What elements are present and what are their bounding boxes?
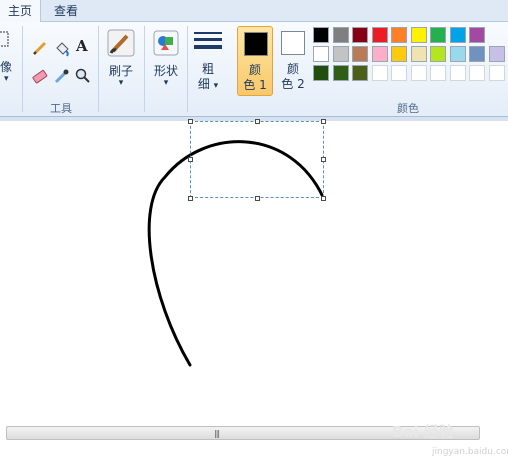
text-tool-icon: A xyxy=(76,37,88,55)
color1-label-bottom: 色 1 xyxy=(243,78,267,92)
palette-color-swatch[interactable] xyxy=(352,27,368,43)
fill-bucket-icon xyxy=(56,42,69,57)
tools-group-label: 工具 xyxy=(50,102,72,115)
palette-color-swatch[interactable] xyxy=(332,46,349,62)
palette-color-swatch[interactable] xyxy=(352,46,368,62)
palette-color-swatch[interactable] xyxy=(410,46,427,62)
palette-color-swatch[interactable] xyxy=(371,65,388,81)
palette-color-swatch[interactable] xyxy=(391,27,407,43)
resize-handle[interactable] xyxy=(255,119,260,124)
palette-color-swatch[interactable] xyxy=(469,27,485,43)
select-icon xyxy=(0,31,9,47)
palette-color-swatch[interactable] xyxy=(488,65,505,81)
palette-color-swatch[interactable] xyxy=(332,65,349,81)
resize-handle[interactable] xyxy=(321,157,326,162)
color1-button[interactable]: 颜 色 1 xyxy=(237,26,273,96)
magnifier-icon xyxy=(75,68,90,83)
resize-handle[interactable] xyxy=(321,196,326,201)
brushes-dropdown-arrow: ▾ xyxy=(118,78,124,88)
size-label-bottom: 细 ▾ xyxy=(197,77,219,91)
watermark-text: Bai 经验 xyxy=(392,423,454,441)
eyedropper-icon xyxy=(54,69,69,84)
color1-swatch xyxy=(244,32,268,56)
resize-handle[interactable] xyxy=(321,119,326,124)
palette-color-swatch[interactable] xyxy=(449,46,466,62)
color2-swatch xyxy=(281,31,305,55)
palette-color-swatch[interactable] xyxy=(371,46,388,62)
group-separator xyxy=(187,26,188,112)
pencil-button[interactable] xyxy=(30,38,48,56)
color-picker-button[interactable] xyxy=(52,66,70,84)
palette-color-swatch[interactable] xyxy=(313,27,329,43)
shapes-button[interactable]: 形状 ▾ xyxy=(149,26,183,92)
brush-icon xyxy=(107,29,135,57)
palette-color-swatch[interactable] xyxy=(469,46,485,62)
selection-rectangle[interactable] xyxy=(190,121,324,198)
shapes-dropdown-arrow: ▾ xyxy=(163,78,169,88)
palette-color-swatch[interactable] xyxy=(430,65,446,81)
palette-color-swatch[interactable] xyxy=(313,65,329,81)
palette-color-swatch[interactable] xyxy=(410,65,427,81)
shapes-icon xyxy=(153,30,179,56)
palette-color-swatch[interactable] xyxy=(488,46,505,62)
resize-handle[interactable] xyxy=(255,196,260,201)
group-separator xyxy=(144,26,145,112)
tab-view[interactable]: 查看 xyxy=(46,0,86,23)
brushes-label: 刷子 xyxy=(108,64,133,78)
resize-handle[interactable] xyxy=(188,119,193,124)
watermark-sub: jingyan.baidu.com xyxy=(432,447,508,457)
palette-color-swatch[interactable] xyxy=(430,27,446,43)
image-dropdown-arrow[interactable]: ▾ xyxy=(4,74,9,84)
color2-button[interactable]: 颜 色 2 xyxy=(277,26,309,96)
palette-color-swatch[interactable] xyxy=(449,27,466,43)
palette-color-swatch[interactable] xyxy=(352,65,368,81)
color2-label-bottom: 色 2 xyxy=(281,77,305,91)
eraser-icon xyxy=(32,69,48,84)
scrollbar-grip[interactable]: ||| xyxy=(214,429,220,438)
palette-color-swatch[interactable] xyxy=(410,27,427,43)
shapes-label: 形状 xyxy=(153,64,178,78)
group-separator xyxy=(98,26,99,112)
eraser-button[interactable] xyxy=(30,66,48,84)
colors-group-label: 颜色 xyxy=(397,102,419,115)
palette-color-swatch[interactable] xyxy=(332,27,349,43)
tab-home[interactable]: 主页 xyxy=(0,0,42,23)
line-size-icon xyxy=(194,32,222,49)
size-button[interactable]: 粗 细 ▾ xyxy=(190,26,226,96)
fill-bucket-button[interactable] xyxy=(52,38,70,57)
group-separator xyxy=(22,26,23,112)
palette-color-swatch[interactable] xyxy=(391,46,407,62)
palette-color-swatch[interactable] xyxy=(391,65,407,81)
pencil-icon xyxy=(32,41,47,56)
palette-color-swatch[interactable] xyxy=(313,46,329,62)
text-button[interactable]: A xyxy=(73,37,91,55)
palette-color-swatch[interactable] xyxy=(469,65,485,81)
resize-handle[interactable] xyxy=(188,157,193,162)
palette-color-swatch[interactable] xyxy=(430,46,446,62)
ribbon: 像 ▾ A 工具 刷子 ▾ 形状 ▾ 粗 细 ▾ 颜 色 1 颜 色 2 颜色 xyxy=(0,22,508,117)
ribbon-tab-strip: 主页 查看 xyxy=(0,0,508,23)
palette-color-swatch[interactable] xyxy=(449,65,466,81)
brushes-button[interactable]: 刷子 ▾ xyxy=(104,26,138,92)
watermark: Bai 经验 jingyan.baidu.com xyxy=(392,421,508,465)
image-group-label: 像 xyxy=(0,60,13,74)
palette-color-swatch[interactable] xyxy=(371,27,388,43)
resize-handle[interactable] xyxy=(188,196,193,201)
magnifier-button[interactable] xyxy=(73,66,91,84)
